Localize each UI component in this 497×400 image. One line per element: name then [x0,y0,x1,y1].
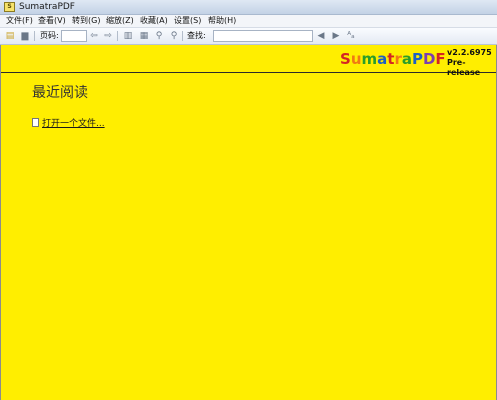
open-file-link[interactable]: 打开一个文件... [42,119,105,129]
sumatra-app-icon[interactable]: S [4,2,15,12]
search-label: 查找: [187,31,206,40]
find-next-icon[interactable]: ▶ [331,31,341,41]
menu-settings[interactable]: 设置(S) [174,15,201,27]
logo-letter: r [394,50,402,68]
toolbar-separator [34,31,35,41]
logo-letter: u [350,50,362,68]
document-area: SumatraPDF v2.2.6975 Pre-release 最近阅读 打开… [0,45,497,400]
menu-help[interactable]: 帮助(H) [208,15,236,27]
logo-letter: S [340,50,351,68]
version-label: v2.2.6975 [447,48,492,57]
window-title: SumatraPDF [19,2,75,12]
page-label: 页码: [40,31,59,40]
prerelease-label: Pre-release [447,58,481,77]
print-icon[interactable]: ▆ [20,31,30,41]
menu-view[interactable]: 查看(V) [38,15,66,27]
facing-page-icon[interactable]: ▦ [139,31,149,41]
recent-files-heading: 最近阅读 [32,85,88,101]
next-page-icon[interactable]: ⇨ [103,31,113,41]
zoom-out-icon[interactable]: ⚲ [169,31,179,41]
toolbar-separator [117,31,118,41]
toolbar: ▤ ▆ 页码: ⇦ ⇨ ▥ ▦ ⚲ ⚲ 查找: ◀ ▶ ᴬₐ [0,28,497,45]
logo-letter: m [361,50,378,68]
prev-page-icon[interactable]: ⇦ [89,31,99,41]
sumatra-logo: SumatraPDF [340,50,446,68]
menu-favorites[interactable]: 收藏(A) [140,15,168,27]
logo-letter: a [377,50,388,68]
menu-zoom[interactable]: 缩放(Z) [106,15,134,27]
menu-file[interactable]: 文件(F) [6,15,33,27]
open-icon[interactable]: ▤ [5,31,15,41]
title-bar: S SumatraPDF [0,0,497,15]
logo-letter: P [411,50,423,68]
logo-letter: a [401,50,412,68]
zoom-in-icon[interactable]: ⚲ [154,31,164,41]
match-case-icon[interactable]: ᴬₐ [346,31,356,41]
find-prev-icon[interactable]: ◀ [316,31,326,41]
toolbar-separator [182,31,183,41]
logo-letter: D [422,50,436,68]
search-input[interactable] [213,30,313,42]
sumatra-window: S SumatraPDF 文件(F) 查看(V) 转到(G) 缩放(Z) 收藏(… [0,0,497,400]
open-file-row[interactable]: 打开一个文件... [32,112,105,129]
single-page-icon[interactable]: ▥ [123,31,133,41]
file-icon [32,118,39,127]
menu-bar: 文件(F) 查看(V) 转到(G) 缩放(Z) 收藏(A) 设置(S) 帮助(H… [0,15,497,28]
about-header: SumatraPDF v2.2.6975 Pre-release [1,45,496,77]
menu-goto[interactable]: 转到(G) [72,15,100,27]
page-number-input[interactable] [61,30,87,42]
logo-letter: F [435,50,446,68]
